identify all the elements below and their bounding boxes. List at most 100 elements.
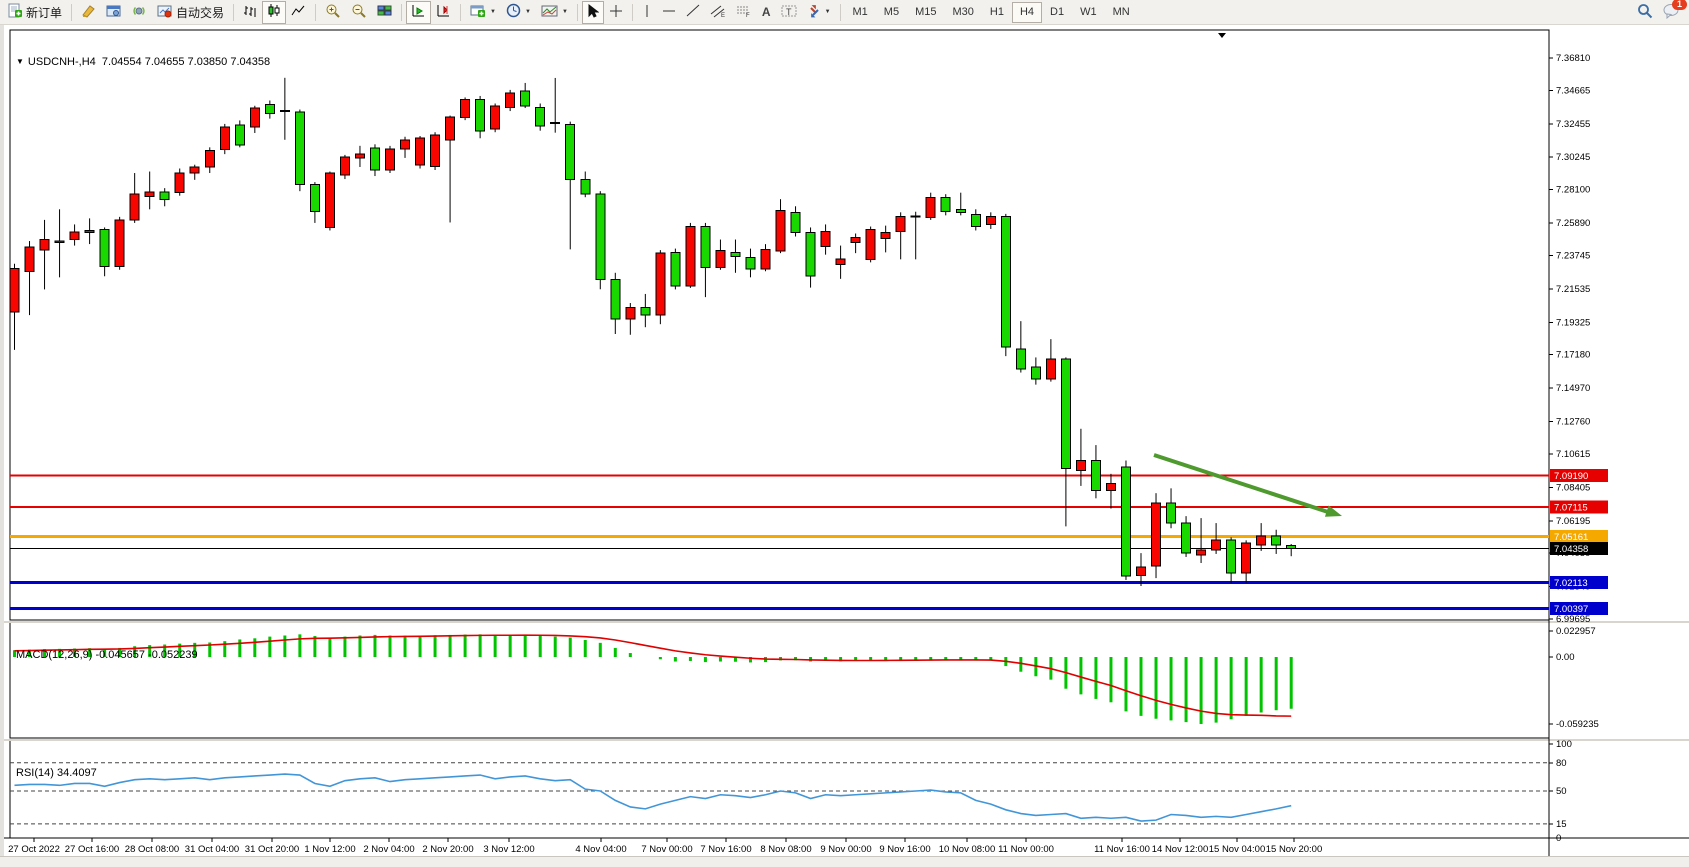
candle-body [370, 148, 379, 170]
chart-shift-button[interactable] [431, 1, 456, 24]
candle-body [761, 249, 770, 268]
candle-body [521, 91, 530, 106]
zoom-in-button[interactable] [320, 1, 346, 24]
fibonacci-button[interactable]: F [731, 1, 757, 24]
bar-chart-button[interactable] [238, 1, 262, 24]
candle-body [55, 241, 64, 243]
new-chart-button[interactable]: ▼ [465, 1, 501, 24]
candle-body [506, 93, 515, 108]
candle-body [325, 173, 334, 228]
chart-title: ▼USDCNH-,H4 7.04554 7.04655 7.03850 7.04… [16, 56, 270, 68]
price-tick-label: 7.21535 [1556, 284, 1590, 295]
candle-body [686, 227, 695, 287]
line-chart-button[interactable] [286, 1, 311, 24]
price-axis[interactable]: 7.368107.346657.324557.302457.281007.258… [1549, 53, 1608, 625]
cursor-icon [587, 4, 599, 21]
price-tick-label: 7.36810 [1556, 53, 1590, 64]
candle-body [806, 232, 815, 276]
candle-body [340, 157, 349, 175]
candle-body [70, 232, 79, 240]
candle-body [776, 211, 785, 251]
text-icon: A [762, 5, 771, 19]
tile-windows-icon [377, 4, 392, 21]
collapse-triangle-icon: ▼ [16, 57, 24, 66]
candle-body [1287, 546, 1296, 549]
period-clock-button[interactable]: ▼ [501, 1, 536, 24]
candle-body [671, 252, 680, 286]
time-tick-label: 28 Oct 08:00 [125, 844, 179, 855]
channel-button[interactable]: E [705, 1, 731, 24]
marker-button[interactable] [76, 1, 101, 24]
broadcast-button[interactable] [127, 1, 152, 24]
chart-canvas[interactable]: 7.368107.346657.324557.302457.281007.258… [4, 25, 1689, 866]
arrows-button[interactable]: ▼ [802, 1, 836, 24]
candle-body [85, 230, 94, 232]
candle-body [1031, 367, 1040, 379]
separator [233, 4, 234, 21]
price-line-badge-value: 7.09190 [1554, 471, 1588, 482]
price-line-badge-value: 7.00397 [1554, 604, 1588, 615]
chart-window-button[interactable] [101, 1, 127, 24]
search-button[interactable] [1632, 1, 1658, 24]
arrows-icon [807, 4, 821, 21]
autotrade-button[interactable]: 自动交易 [152, 1, 229, 24]
chat-button[interactable]: 1 [1658, 1, 1686, 24]
separator [460, 4, 461, 21]
text-button[interactable]: A [757, 1, 776, 24]
candle-body [986, 217, 995, 225]
trendline-button[interactable] [681, 1, 705, 24]
candle-body [40, 240, 49, 251]
text-label-button[interactable]: T [776, 1, 802, 24]
channel-icon: E [710, 4, 726, 21]
vertical-line-button[interactable] [637, 1, 657, 24]
time-tick-label: 2 Nov 20:00 [422, 844, 473, 855]
time-tick-label: 15 Nov 20:00 [1266, 844, 1323, 855]
indicators-button[interactable]: ▼ [536, 1, 573, 24]
crosshair-icon [609, 4, 623, 21]
toolbar: 新订单 自动交易 ▼ ▼ ▼ E F A T ▼ M1M5M15M30H1H4D… [0, 0, 1689, 25]
candle-body [701, 227, 710, 268]
tab-timeframe-D1[interactable]: D1 [1042, 2, 1072, 23]
tab-timeframe-M30[interactable]: M30 [944, 2, 981, 23]
candle-body [836, 259, 845, 264]
tab-timeframe-M15[interactable]: M15 [907, 2, 944, 23]
tab-timeframe-MN[interactable]: MN [1105, 2, 1138, 23]
price-line-badge-value: 7.05161 [1554, 532, 1588, 543]
time-axis[interactable]: 27 Oct 202227 Oct 16:0028 Oct 08:0031 Oc… [4, 838, 1689, 855]
crosshair-button[interactable] [604, 1, 628, 24]
price-tick-label: 7.32455 [1556, 119, 1590, 130]
time-tick-label: 7 Nov 16:00 [700, 844, 751, 855]
candle-body [100, 230, 109, 267]
rsi-tick-label: 50 [1556, 786, 1567, 797]
horizontal-line-button[interactable] [657, 1, 681, 24]
price-tick-label: 6.99695 [1556, 614, 1590, 625]
candle-body [1212, 540, 1221, 550]
candle-body [220, 127, 229, 150]
tile-windows-button[interactable] [372, 1, 397, 24]
chart-region[interactable]: ▼USDCNH-,H4 7.04554 7.04655 7.03850 7.04… [0, 25, 1689, 866]
zoom-out-button[interactable] [346, 1, 372, 24]
indicators-icon [541, 4, 558, 21]
candle-body [1227, 540, 1236, 573]
candle-body [10, 268, 19, 312]
candle-body [1106, 483, 1115, 490]
tab-timeframe-W1[interactable]: W1 [1072, 2, 1105, 23]
line-chart-icon [291, 4, 306, 21]
candlestick-button[interactable] [262, 1, 286, 24]
candle-body [641, 308, 650, 316]
price-tick-label: 7.34665 [1556, 85, 1590, 96]
time-tick-label: 27 Oct 16:00 [65, 844, 119, 855]
tab-timeframe-M1[interactable]: M1 [845, 2, 876, 23]
candle-body [791, 213, 800, 233]
rsi-indicator-label: RSI(14) 34.4097 [16, 767, 97, 779]
separator [840, 4, 841, 21]
cursor-button[interactable] [582, 1, 604, 24]
candle-body [250, 108, 259, 127]
chart-window-icon [106, 4, 122, 21]
new-order-button[interactable]: 新订单 [3, 1, 67, 24]
auto-scroll-button[interactable] [406, 1, 431, 24]
tab-timeframe-M5[interactable]: M5 [876, 2, 907, 23]
tab-timeframe-H4[interactable]: H4 [1012, 2, 1042, 23]
tab-timeframe-H1[interactable]: H1 [982, 2, 1012, 23]
time-tick-label: 1 Nov 12:00 [304, 844, 355, 855]
